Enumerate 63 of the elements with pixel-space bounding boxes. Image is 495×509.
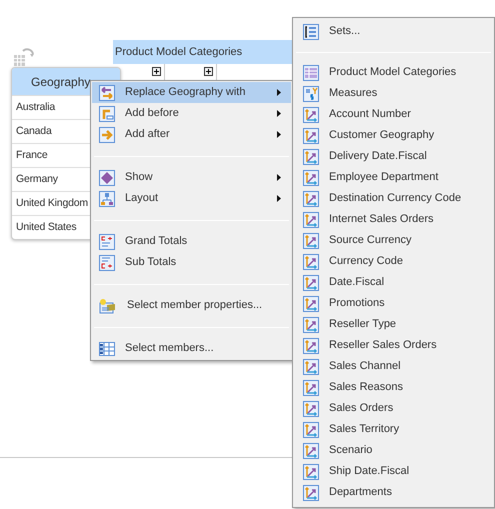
totals-icon <box>99 254 115 270</box>
chart-axes-icon <box>303 380 319 396</box>
chart-axes-icon <box>303 484 319 500</box>
chart-axes-icon <box>303 128 319 144</box>
menu-item[interactable]: Select members... <box>92 338 291 359</box>
chart-axes-icon <box>303 190 319 206</box>
hierarchy-icon <box>99 190 115 206</box>
expand-icon[interactable] <box>204 67 213 76</box>
menu-item[interactable]: Sales Territory <box>293 419 494 440</box>
menu-item[interactable]: Replace Geography with <box>92 82 291 103</box>
chart-axes-icon <box>303 442 319 458</box>
menu-item[interactable]: Destination Currency Code <box>293 188 494 209</box>
chart-axes-icon <box>303 148 319 164</box>
submenu-arrow-icon <box>277 131 281 138</box>
menu-item[interactable]: Sales Channel <box>293 356 494 377</box>
swap-arrows-icon <box>99 84 115 100</box>
menu-item[interactable]: Source Currency <box>293 230 494 251</box>
menu-item[interactable]: Scenario <box>293 440 494 461</box>
right-arrow-icon <box>99 126 115 142</box>
chart-axes-icon <box>303 170 319 186</box>
diamond-icon <box>99 170 115 186</box>
expand-icon[interactable] <box>152 67 161 76</box>
menu-item[interactable]: Measures <box>293 83 494 104</box>
menu-item[interactable]: Reseller Type <box>293 314 494 335</box>
submenu-arrow-icon <box>277 195 281 202</box>
chart-axes-icon <box>303 212 319 228</box>
menu-item[interactable]: Ship Date.Fiscal <box>293 461 494 482</box>
properties-icon <box>99 298 117 314</box>
menu-item[interactable]: Promotions <box>293 293 494 314</box>
menu-item[interactable]: Select member properties... <box>92 295 291 316</box>
menu-item[interactable]: Sales Reasons <box>293 377 494 398</box>
menu-item[interactable]: Employee Department <box>293 167 494 188</box>
menu-item[interactable]: Product Model Categories <box>293 62 494 83</box>
submenu-arrow-icon <box>277 89 281 96</box>
chart-axes-icon <box>303 422 319 438</box>
table-icon <box>303 64 319 80</box>
chart-axes-icon <box>303 296 319 312</box>
totals-icon <box>99 234 115 250</box>
menu-item[interactable]: Sales Orders <box>293 398 494 419</box>
menu-item[interactable]: Sub Totals <box>92 252 291 273</box>
menu-item[interactable]: Internet Sales Orders <box>293 209 494 230</box>
chart-axes-icon <box>303 106 319 122</box>
menu-item[interactable]: Departments <box>293 482 494 503</box>
menu-item[interactable]: Sets... <box>293 21 494 42</box>
menu-item[interactable]: Date.Fiscal <box>293 272 494 293</box>
chart-axes-icon <box>303 232 319 248</box>
list-icon <box>303 24 319 40</box>
measures-icon <box>303 86 319 102</box>
menu-item[interactable]: Delivery Date.Fiscal <box>293 146 494 167</box>
menu-item[interactable]: Customer Geography <box>293 125 494 146</box>
chart-axes-icon <box>303 338 319 354</box>
grid-icon <box>99 342 115 356</box>
menu-item[interactable]: Account Number <box>293 104 494 125</box>
submenu-arrow-icon <box>277 110 281 117</box>
chart-axes-icon <box>303 400 319 416</box>
chart-axes-icon <box>303 274 319 290</box>
chart-axes-icon <box>303 316 319 332</box>
menu-item[interactable]: Currency Code <box>293 251 494 272</box>
submenu-arrow-icon <box>277 174 281 181</box>
chart-axes-icon <box>303 358 319 374</box>
menu-item[interactable]: Reseller Sales Orders <box>293 335 494 356</box>
chart-axes-icon <box>303 464 319 480</box>
chart-axes-icon <box>303 254 319 270</box>
